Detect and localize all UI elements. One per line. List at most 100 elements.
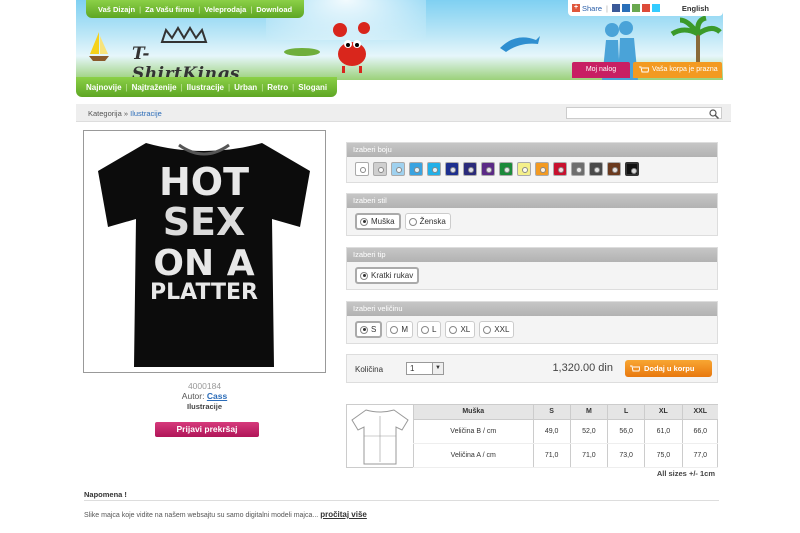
my-account-button[interactable]: Moj nalog bbox=[572, 62, 630, 78]
size-option-xl[interactable]: XL bbox=[445, 321, 476, 338]
radio-icon bbox=[421, 325, 430, 334]
product-category: Ilustracije bbox=[186, 402, 223, 411]
color-swatch[interactable] bbox=[571, 162, 585, 176]
size-option-s[interactable]: S bbox=[355, 321, 383, 338]
cart-icon bbox=[639, 66, 649, 73]
size-option-m[interactable]: M bbox=[386, 321, 414, 338]
quantity-select[interactable]: 1 ▼ bbox=[406, 362, 444, 375]
search-icon[interactable] bbox=[709, 109, 719, 119]
top-nav-item-download[interactable]: Download bbox=[252, 5, 296, 14]
size-option-xxl[interactable]: XXL bbox=[479, 321, 515, 338]
color-swatch[interactable] bbox=[499, 162, 513, 176]
color-swatch[interactable] bbox=[481, 162, 495, 176]
report-button[interactable]: Prijavi prekršaj bbox=[155, 422, 259, 437]
size-cell: 77,0 bbox=[681, 443, 718, 468]
myspace-icon[interactable] bbox=[621, 4, 630, 12]
site-logo[interactable]: T-ShirtKings bbox=[132, 26, 252, 80]
island bbox=[284, 48, 320, 56]
cart-button[interactable]: Vaša korpa je prazna bbox=[633, 62, 722, 78]
main-nav-slogans[interactable]: Slogani bbox=[294, 83, 331, 92]
color-swatch[interactable] bbox=[409, 162, 423, 176]
style-option-female[interactable]: Ženska bbox=[404, 213, 451, 230]
color-swatch[interactable] bbox=[607, 162, 621, 176]
color-swatch[interactable] bbox=[553, 162, 567, 176]
shirt-text-line-2: SEX bbox=[163, 200, 246, 244]
main-nav-popular[interactable]: Najtraženije bbox=[128, 83, 181, 92]
note-body: Slike majca koje vidite na našem websajt… bbox=[84, 512, 319, 519]
table-row: Veličina B / cm 49,0 52,0 56,0 61,0 66,0 bbox=[413, 419, 718, 444]
top-nav-item-business[interactable]: Za Vašu firmu bbox=[141, 5, 198, 14]
read-more-link[interactable]: pročitaj više bbox=[320, 510, 367, 519]
size-table: Muška S M L XL XXL Veličina B / cm 49,0 52,0 56,… bbox=[346, 404, 718, 468]
main-nav-urban[interactable]: Urban bbox=[230, 83, 261, 92]
type-option-short-sleeve[interactable]: Kratki rukav bbox=[355, 267, 420, 284]
delicious-icon[interactable] bbox=[631, 4, 640, 12]
radio-icon bbox=[390, 325, 399, 334]
main-nav-illustrations[interactable]: Ilustracije bbox=[183, 83, 228, 92]
search-input[interactable] bbox=[566, 107, 722, 119]
color-swatch[interactable] bbox=[445, 162, 459, 176]
type-panel: Izaberi tip Kratki rukav bbox=[346, 247, 718, 290]
author-link[interactable]: Cass bbox=[207, 391, 227, 401]
size-chart: Muška S M L XL XXL Veličina B / cm 49,0 52,0 56,… bbox=[413, 405, 718, 468]
main-nav-newest[interactable]: Najnovije bbox=[82, 83, 126, 92]
tshirt-graphic: HOT SEX ON A PLATTER bbox=[98, 143, 310, 367]
color-swatch[interactable] bbox=[463, 162, 477, 176]
language-link[interactable]: English bbox=[682, 4, 709, 13]
dolphin-icon bbox=[500, 36, 540, 52]
breadcrumb: Kategorija » Ilustracije bbox=[88, 109, 162, 118]
size-option-label: S bbox=[371, 325, 377, 334]
radio-icon bbox=[360, 325, 368, 334]
product-id: 4000184 bbox=[187, 381, 222, 391]
product-image[interactable]: HOT SEX ON A PLATTER bbox=[83, 130, 326, 373]
radio-icon bbox=[360, 217, 368, 226]
size-cell: 61,0 bbox=[644, 419, 682, 444]
style-option-label: Muška bbox=[371, 217, 395, 226]
main-nav-retro[interactable]: Retro bbox=[263, 83, 292, 92]
share-link[interactable]: Share bbox=[582, 4, 602, 13]
quantity-label: Količina bbox=[355, 365, 384, 374]
author-line: Autor: Cass bbox=[83, 391, 326, 401]
color-swatch[interactable] bbox=[625, 162, 639, 176]
size-option-label: M bbox=[401, 325, 409, 334]
add-to-cart-button[interactable]: Dodaj u korpu bbox=[625, 360, 712, 377]
color-swatch[interactable] bbox=[535, 162, 549, 176]
style-option-label: Ženska bbox=[419, 217, 446, 226]
top-nav-item-design[interactable]: Vaš Dizajn bbox=[94, 5, 139, 14]
twitter-icon[interactable] bbox=[651, 4, 660, 12]
product-price: 1,320.00 din bbox=[552, 362, 613, 374]
style-panel-title: Izaberi stil bbox=[347, 194, 717, 208]
size-row-label: Veličina A / cm bbox=[413, 443, 533, 468]
share-plus-icon[interactable]: + bbox=[572, 4, 580, 12]
color-swatch[interactable] bbox=[373, 162, 387, 176]
color-panel-title: Izaberi boju bbox=[347, 143, 717, 157]
color-swatch[interactable] bbox=[517, 162, 531, 176]
google-icon[interactable] bbox=[641, 4, 650, 12]
style-option-male[interactable]: Muška bbox=[355, 213, 401, 230]
chevron-down-icon[interactable]: ▼ bbox=[432, 363, 443, 374]
size-panel: Izaberi veličinu S M L XL XXL bbox=[346, 301, 718, 344]
color-swatch[interactable] bbox=[589, 162, 603, 176]
color-swatch[interactable] bbox=[391, 162, 405, 176]
size-option-l[interactable]: L bbox=[417, 321, 442, 338]
facebook-icon[interactable] bbox=[611, 4, 620, 12]
sailboat-icon bbox=[89, 32, 109, 61]
breadcrumb-current[interactable]: Ilustracije bbox=[130, 109, 162, 118]
cart-icon bbox=[630, 365, 640, 371]
color-swatch[interactable] bbox=[427, 162, 441, 176]
color-swatch[interactable] bbox=[355, 162, 369, 176]
shirt-text-line-3: ON A bbox=[153, 243, 254, 284]
size-option-label: XXL bbox=[494, 325, 510, 334]
radio-icon bbox=[483, 325, 492, 334]
size-cell: 49,0 bbox=[532, 419, 571, 444]
size-cell: 66,0 bbox=[681, 419, 718, 444]
size-cell: 71,0 bbox=[532, 443, 571, 468]
note-text: Slike majca koje vidite na našem websajt… bbox=[84, 510, 367, 519]
top-nav-item-wholesale[interactable]: Veleprodaja bbox=[200, 5, 250, 14]
size-tolerance-note: All sizes +/- 1cm bbox=[656, 469, 715, 478]
size-table-header: XL bbox=[644, 405, 682, 420]
divider bbox=[84, 500, 719, 501]
share-box: + Share | English bbox=[568, 0, 723, 16]
size-cell: 75,0 bbox=[644, 443, 682, 468]
add-to-cart-label: Dodaj u korpu bbox=[644, 364, 695, 373]
